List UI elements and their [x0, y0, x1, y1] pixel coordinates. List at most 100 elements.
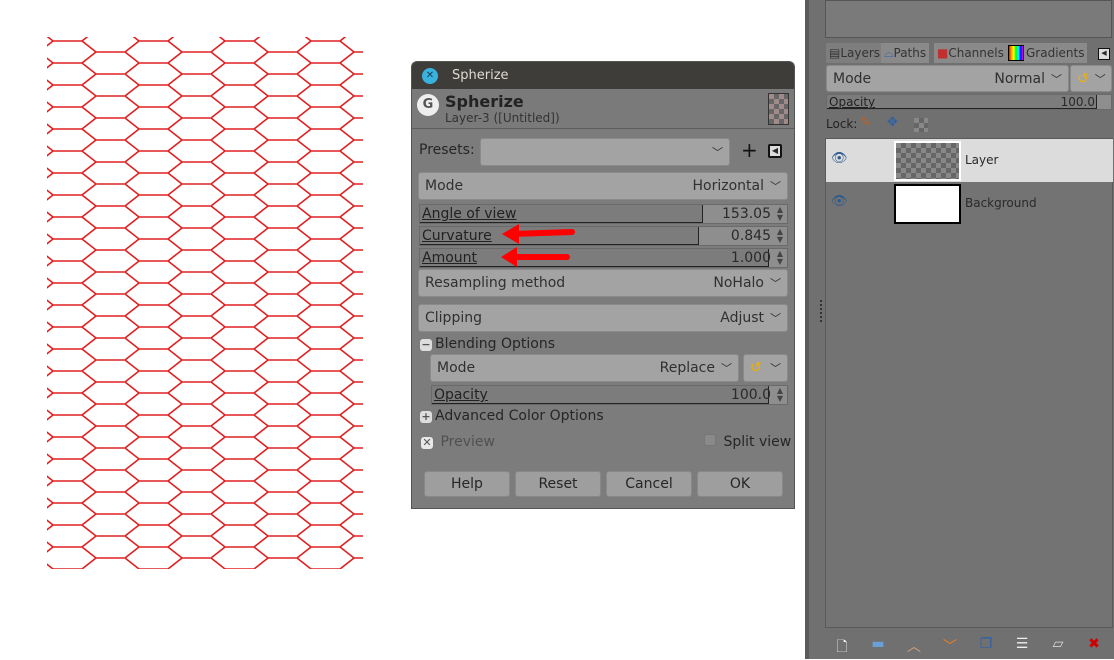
- chevron-down-icon: ﹀: [712, 146, 723, 159]
- new-layer-icon[interactable]: 🗋: [832, 636, 852, 660]
- blend-mode-combo[interactable]: Mode Replace ﹀: [430, 354, 739, 382]
- add-preset-icon[interactable]: +: [741, 138, 758, 162]
- layer-name[interactable]: Background: [965, 196, 1037, 210]
- layer-opacity-slider[interactable]: Opacity 100.0: [826, 94, 1112, 110]
- blend-mode-label: Mode: [437, 360, 476, 376]
- chevron-down-icon: ﹀: [721, 362, 732, 375]
- tab-label: Paths: [893, 46, 927, 60]
- spin-arrows-icon[interactable]: ▲ ▼: [775, 250, 785, 266]
- mode-combo[interactable]: Mode Horizontal ﹀: [418, 172, 788, 200]
- eye-icon[interactable]: 👁: [831, 194, 848, 209]
- lock-position-icon[interactable]: ✥: [887, 115, 898, 130]
- tab-layers[interactable]: ▤ Layers: [826, 43, 884, 63]
- layer-row[interactable]: 👁 Background: [826, 182, 1113, 225]
- new-layer-group-icon[interactable]: ▬: [868, 636, 888, 652]
- presets-combo[interactable]: ﹀: [480, 138, 730, 166]
- amount-value[interactable]: 1.000: [731, 250, 771, 266]
- tab-paths[interactable]: ⌓ Paths: [881, 43, 930, 63]
- tab-gradients[interactable]: Gradients: [1005, 43, 1088, 63]
- resampling-value: NoHalo: [713, 275, 764, 291]
- spin-arrows-icon[interactable]: ▲ ▼: [775, 387, 785, 403]
- lock-pixels-icon[interactable]: ✎: [860, 115, 871, 130]
- opacity-slider[interactable]: Opacity 100.0 ▲ ▼: [431, 385, 788, 405]
- dock-separator[interactable]: [805, 0, 809, 659]
- opacity-label: Opacity: [434, 387, 488, 403]
- layer-mode-combo[interactable]: Mode Normal ﹀: [826, 65, 1069, 92]
- layers-icon: ▤: [829, 46, 841, 60]
- checkbox-unchecked-icon: [704, 434, 716, 446]
- lower-layer-icon[interactable]: ﹀: [940, 636, 960, 656]
- header-subtitle: Layer-3 ([Untitled]): [445, 111, 560, 125]
- hexagon-pattern: [47, 37, 363, 569]
- tab-label: Channels: [948, 46, 1004, 60]
- opacity-value[interactable]: 100.0: [731, 387, 771, 403]
- image-canvas[interactable]: [47, 37, 363, 569]
- spin-arrows-icon[interactable]: ▲ ▼: [775, 206, 785, 222]
- collapse-icon: −: [420, 338, 432, 351]
- mode-value: Horizontal: [692, 178, 764, 194]
- presets-label: Presets:: [419, 142, 475, 158]
- tab-label: Gradients: [1026, 46, 1085, 60]
- blend-mode-value: Replace: [659, 360, 715, 376]
- curvature-label: Curvature: [422, 228, 492, 244]
- dialog-titlebar: ✕ Spherize: [412, 62, 794, 89]
- advanced-label: Advanced Color Options: [435, 408, 604, 424]
- amount-slider[interactable]: Amount 1.000 ▲ ▼: [419, 248, 788, 268]
- upper-dock: [825, 0, 1112, 38]
- clipping-label: Clipping: [425, 310, 482, 326]
- tab-label: Layers: [840, 46, 881, 60]
- reset-button[interactable]: Reset: [515, 471, 601, 497]
- red-arrow-annotation: [501, 224, 575, 267]
- mode-label: Mode: [425, 178, 464, 194]
- mode-label: Mode: [833, 70, 872, 87]
- angle-of-view-slider[interactable]: Angle of view 153.05 ▲ ▼: [419, 204, 788, 224]
- tab-menu-icon[interactable]: ◀: [1098, 48, 1110, 60]
- advanced-color-expander[interactable]: + Advanced Color Options: [420, 408, 604, 424]
- layers-dock: ▤ Layers ⌓ Paths ■ Channels Gradients ◀ Mod…: [805, 0, 1114, 659]
- mode-value: Normal: [994, 70, 1045, 87]
- help-button[interactable]: Help: [424, 471, 510, 497]
- layer-thumbnail: [894, 184, 961, 224]
- curvature-value[interactable]: 0.845: [731, 228, 771, 244]
- clipping-value: Adjust: [720, 310, 764, 326]
- blending-label: Blending Options: [435, 336, 555, 352]
- angle-value[interactable]: 153.05: [722, 206, 771, 222]
- spin-arrows-icon[interactable]: ▲ ▼: [775, 228, 785, 244]
- close-icon[interactable]: ✕: [422, 67, 438, 84]
- duplicate-layer-icon[interactable]: ❐: [976, 636, 996, 652]
- layer-name[interactable]: Layer: [965, 153, 998, 167]
- gegl-logo-icon: G: [417, 94, 439, 116]
- tab-channels[interactable]: ■ Channels: [934, 43, 1007, 63]
- layer-row[interactable]: 👁 Layer: [826, 139, 1113, 182]
- mask-icon[interactable]: ▱: [1048, 636, 1068, 652]
- clipping-combo[interactable]: Clipping Adjust ﹀: [418, 304, 788, 332]
- eye-icon[interactable]: 👁: [831, 151, 848, 166]
- pane-resize-handle[interactable]: [820, 300, 823, 322]
- preview-checkbox[interactable]: ✕ Preview: [421, 434, 495, 450]
- lock-alpha-icon[interactable]: [914, 118, 928, 132]
- chevron-down-icon: ﹀: [770, 362, 781, 375]
- curvature-slider[interactable]: Curvature 0.845 ▲ ▼: [419, 226, 788, 246]
- resampling-combo[interactable]: Resampling method NoHalo ﹀: [418, 269, 788, 297]
- merge-down-icon[interactable]: ☰: [1012, 636, 1032, 652]
- gradients-icon: [1008, 45, 1024, 61]
- delete-layer-icon[interactable]: ✖: [1084, 636, 1104, 652]
- layer-preview-thumbnail: [768, 93, 789, 125]
- composite-icon: ↺: [750, 360, 762, 376]
- chevron-down-icon: ﹀: [1094, 72, 1106, 86]
- expand-icon: +: [420, 410, 432, 423]
- split-view-checkbox[interactable]: Split view: [704, 434, 791, 450]
- raise-layer-icon[interactable]: ︿: [904, 636, 924, 656]
- composite-mode-combo[interactable]: ↺ ﹀: [743, 354, 788, 382]
- angle-label: Angle of view: [422, 206, 517, 222]
- channels-icon: ■: [937, 46, 949, 60]
- blending-options-expander[interactable]: − Blending Options: [420, 336, 555, 352]
- chevron-down-icon: ﹀: [1051, 72, 1062, 86]
- layer-composite-combo[interactable]: ↺ ﹀: [1070, 65, 1112, 92]
- opacity-value[interactable]: 100.0: [1061, 95, 1095, 109]
- preview-label: Preview: [440, 434, 495, 450]
- cancel-button[interactable]: Cancel: [606, 471, 692, 497]
- ok-button[interactable]: OK: [697, 471, 783, 497]
- preset-menu-icon[interactable]: ◀: [768, 144, 782, 158]
- composite-icon: ↺: [1077, 70, 1089, 87]
